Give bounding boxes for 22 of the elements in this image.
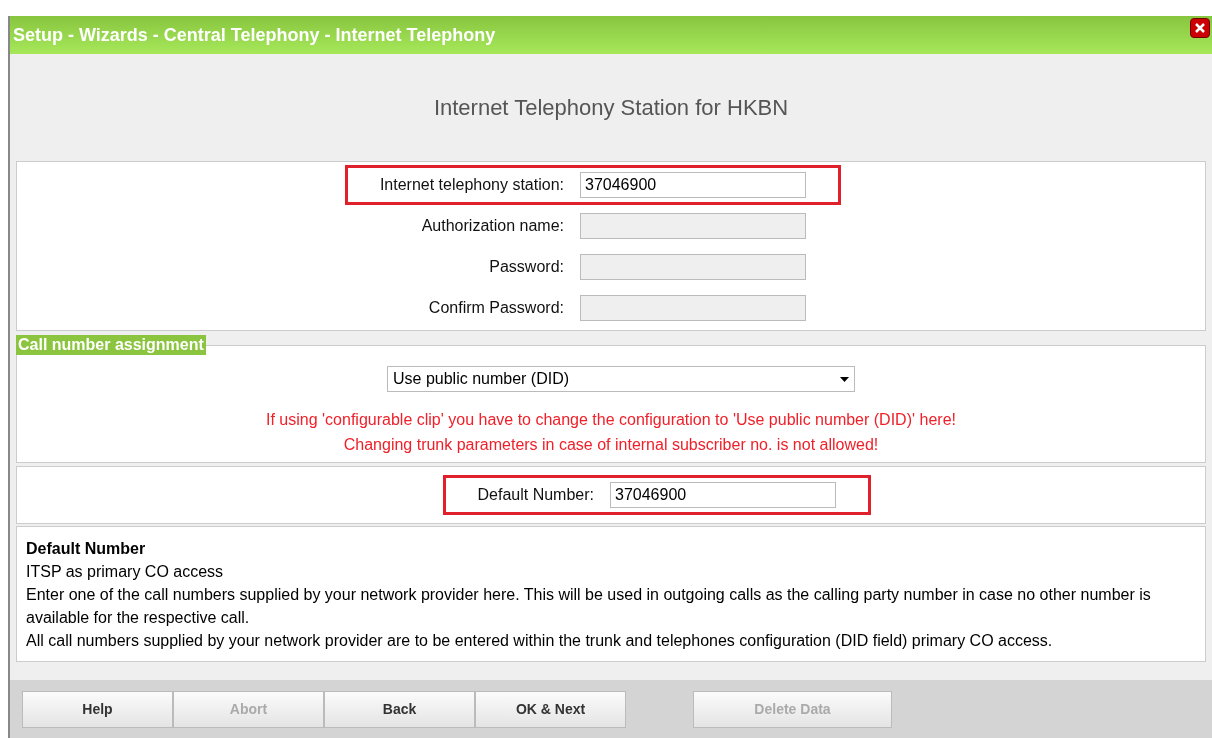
help-text: All call numbers supplied by your network provider are to be entered within the trunk and telephones configuration (DID field) primary CO access. [26, 631, 1054, 651]
field-label: Default Number: [477, 485, 594, 505]
help-text: ITSP as primary CO access [26, 562, 225, 582]
section-legend: Call number assignment [16, 335, 206, 355]
help-title: Default Number [26, 539, 147, 559]
wizard-button[interactable]: Help [22, 690, 173, 728]
page-heading: Internet Telephony Station for HKBN [433, 94, 789, 122]
field-label: Internet telephony station: [379, 174, 564, 195]
warning-text: Changing trunk parameters in case of internal subscriber no. is not allowed! [343, 435, 879, 455]
dropdown-caret-icon [840, 376, 849, 382]
field-label: Password: [489, 256, 564, 277]
number-select[interactable]: Use public number (DID) [387, 366, 855, 392]
close-icon[interactable] [1190, 18, 1210, 38]
help-text: Enter one of the call numbers supplied by your network provider here. This will be used in outgoing calls as the calling party number in case no other number is available for the respective call. [26, 585, 1152, 628]
window-title: Setup - Wizards - Central Telephony - Internet Telephony [13, 23, 496, 47]
field-label: Confirm Password: [428, 297, 564, 318]
field-label: Authorization name: [421, 215, 564, 236]
input-field[interactable]: 37046900 [610, 482, 836, 508]
warning-text: If using 'configurable clip' you have to change the configuration to 'Use public number (DID)' here! [266, 410, 956, 430]
input-field[interactable]: 37046900 [580, 171, 806, 198]
wizard-button[interactable]: OK & Next [475, 690, 626, 728]
wizard-button[interactable]: Back [324, 690, 475, 728]
